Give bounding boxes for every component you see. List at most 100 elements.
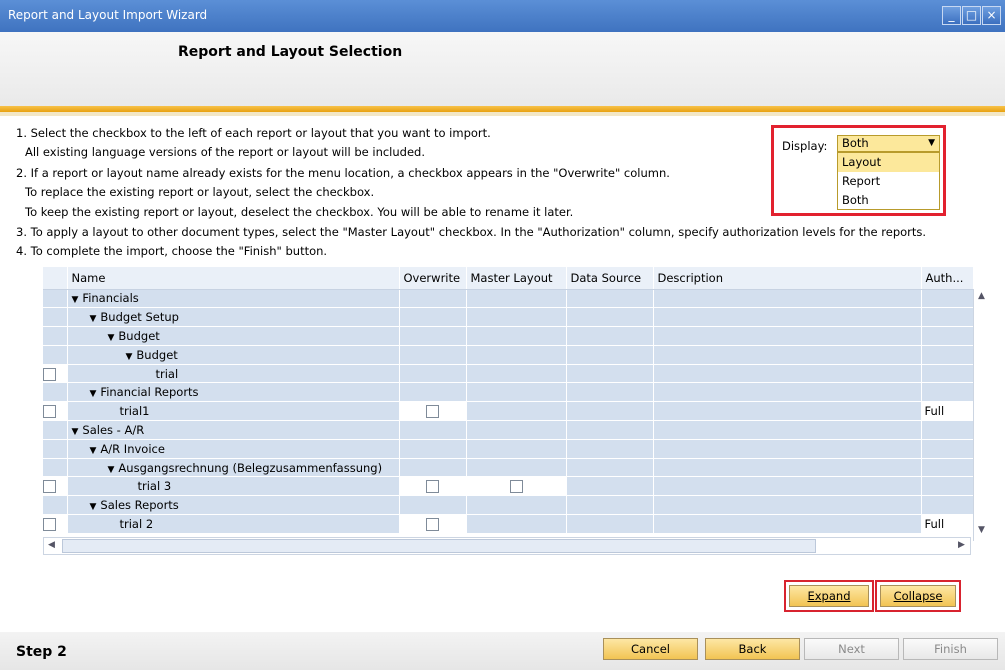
table-row[interactable]: trial <box>43 364 974 384</box>
expand-triangle-icon[interactable]: ▼ <box>72 295 79 305</box>
expand-triangle-icon[interactable]: ▼ <box>108 333 115 343</box>
scroll-left-icon[interactable]: ◀ <box>48 540 55 550</box>
back-button[interactable]: Back <box>705 638 800 660</box>
name-cell[interactable]: trial <box>67 364 400 384</box>
master-layout-cell[interactable] <box>466 476 567 497</box>
data-source-cell <box>566 458 654 478</box>
select-cell[interactable] <box>43 476 68 497</box>
overwrite-checkbox[interactable] <box>426 517 439 531</box>
folder-row[interactable]: ▼ Financials <box>43 289 974 309</box>
name-cell[interactable]: trial 3 <box>67 476 400 497</box>
name-cell[interactable]: ▼ Budget Setup <box>67 307 400 328</box>
expand-triangle-icon[interactable]: ▼ <box>90 446 97 456</box>
authorization-cell <box>921 289 974 309</box>
overwrite-cell[interactable] <box>399 514 467 534</box>
table-row[interactable]: trial1 Full <box>43 401 974 422</box>
expand-triangle-icon[interactable]: ▼ <box>72 427 79 437</box>
instruction-4: 4. To complete the import, choose the "F… <box>16 244 328 258</box>
vertical-scrollbar[interactable]: ▲ ▼ <box>973 289 991 541</box>
folder-row[interactable]: ▼ Sales - A/R <box>43 420 974 440</box>
overwrite-checkbox[interactable] <box>426 405 439 419</box>
name-cell[interactable]: ▼ Budget <box>67 326 400 346</box>
horizontal-scrollbar[interactable]: ◀ ▶ <box>43 537 971 555</box>
name-cell[interactable]: trial1 <box>67 401 400 422</box>
table-row[interactable]: trial 3 <box>43 476 974 497</box>
overwrite-cell <box>399 326 467 346</box>
header-overwrite[interactable]: Overwrite <box>399 267 467 290</box>
row-name: Financial Reports <box>100 385 199 400</box>
header-data-source[interactable]: Data Source <box>566 267 654 290</box>
data-source-cell <box>566 307 654 328</box>
select-cell[interactable] <box>43 514 68 534</box>
overwrite-cell[interactable] <box>399 476 467 497</box>
folder-row[interactable]: ▼ Budget Setup <box>43 307 974 328</box>
name-cell[interactable]: ▼ Ausgangsrechnung (Belegzusammenfassung) <box>67 458 400 478</box>
page-title: Report and Layout Selection <box>178 44 403 60</box>
folder-row[interactable]: ▼ Budget <box>43 345 974 365</box>
description-cell <box>653 307 922 328</box>
data-source-cell <box>566 326 654 346</box>
expand-triangle-icon[interactable]: ▼ <box>126 352 133 362</box>
header-select <box>43 267 68 290</box>
row-select-checkbox[interactable] <box>43 480 56 494</box>
horizontal-scroll-thumb[interactable] <box>62 539 816 553</box>
folder-row[interactable]: ▼ Sales Reports <box>43 495 974 516</box>
maximize-icon[interactable]: □ <box>962 6 981 25</box>
display-option-both[interactable]: Both <box>838 191 939 210</box>
next-button[interactable]: Next <box>804 638 899 660</box>
data-source-cell <box>566 476 654 497</box>
display-option-report[interactable]: Report <box>838 172 939 191</box>
minimize-icon[interactable]: _ <box>942 6 961 25</box>
name-cell[interactable]: ▼ Financial Reports <box>67 382 400 403</box>
select-cell <box>43 495 68 516</box>
close-icon[interactable]: × <box>982 6 1001 25</box>
folder-row[interactable]: ▼ Financial Reports <box>43 382 974 403</box>
name-cell[interactable]: ▼ A/R Invoice <box>67 439 400 459</box>
instruction-2: 2. If a report or layout name already ex… <box>16 166 670 180</box>
name-cell[interactable]: ▼ Sales Reports <box>67 495 400 516</box>
description-cell <box>653 458 922 478</box>
cancel-button[interactable]: Cancel <box>603 638 698 660</box>
grid-header-row: Name Overwrite Master Layout Data Source… <box>43 267 974 290</box>
header-authorization[interactable]: Auth... <box>921 267 974 290</box>
collapse-button[interactable]: Collapse <box>880 585 956 607</box>
folder-row[interactable]: ▼ Budget <box>43 326 974 346</box>
header-name[interactable]: Name <box>67 267 400 290</box>
folder-row[interactable]: ▼ Ausgangsrechnung (Belegzusammenfassung) <box>43 458 974 478</box>
row-select-checkbox[interactable] <box>43 405 56 419</box>
header-master-layout[interactable]: Master Layout <box>466 267 567 290</box>
scroll-right-icon[interactable]: ▶ <box>958 540 965 550</box>
select-cell[interactable] <box>43 364 68 384</box>
row-name: A/R Invoice <box>100 441 165 456</box>
name-cell[interactable]: ▼ Financials <box>67 289 400 309</box>
folder-row[interactable]: ▼ A/R Invoice <box>43 439 974 459</box>
master-layout-cell <box>466 289 567 309</box>
name-cell[interactable]: trial 2 <box>67 514 400 534</box>
expand-triangle-icon[interactable]: ▼ <box>108 465 115 475</box>
scroll-up-icon[interactable]: ▲ <box>978 291 985 301</box>
authorization-cell[interactable]: Full <box>921 401 974 422</box>
master-layout-cell <box>466 382 567 403</box>
row-select-checkbox[interactable] <box>43 367 56 381</box>
select-cell[interactable] <box>43 401 68 422</box>
expand-button[interactable]: Expand <box>789 585 869 607</box>
authorization-cell[interactable]: Full <box>921 514 974 534</box>
name-cell[interactable]: ▼ Budget <box>67 345 400 365</box>
row-select-checkbox[interactable] <box>43 517 56 531</box>
display-option-layout[interactable]: Layout <box>838 153 939 172</box>
table-row[interactable]: trial 2 Full <box>43 514 974 534</box>
master-layout-checkbox[interactable] <box>509 480 523 494</box>
display-filter-highlight: Display: Both ▼ Layout Report Both <box>771 125 946 216</box>
expand-triangle-icon[interactable]: ▼ <box>90 314 97 324</box>
expand-triangle-icon[interactable]: ▼ <box>90 502 97 512</box>
finish-button[interactable]: Finish <box>903 638 998 660</box>
name-cell[interactable]: ▼ Sales - A/R <box>67 420 400 440</box>
expand-triangle-icon[interactable]: ▼ <box>90 389 97 399</box>
scroll-down-icon[interactable]: ▼ <box>978 525 985 535</box>
chevron-down-icon[interactable]: ▼ <box>928 136 935 151</box>
overwrite-cell[interactable] <box>399 401 467 422</box>
select-cell <box>43 345 68 365</box>
overwrite-checkbox[interactable] <box>426 480 439 494</box>
header-description[interactable]: Description <box>653 267 922 290</box>
display-select[interactable]: Both ▼ <box>837 135 940 152</box>
